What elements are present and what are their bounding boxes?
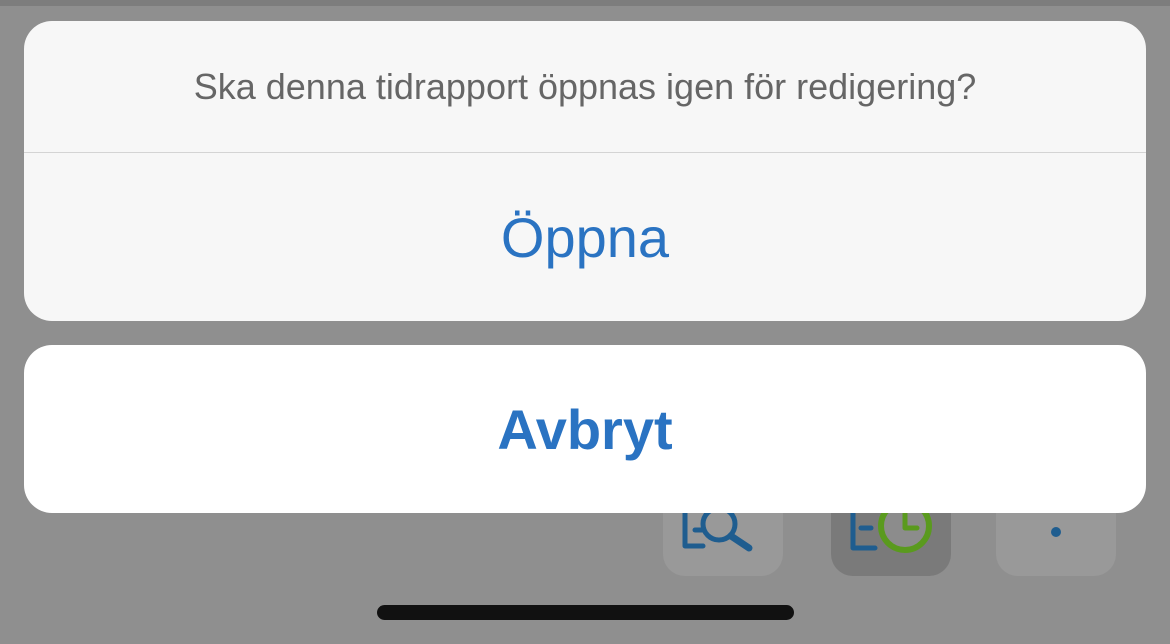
home-indicator[interactable]: [377, 605, 794, 620]
open-button[interactable]: Öppna: [24, 153, 1146, 321]
status-bar-edge: [0, 0, 1170, 6]
cancel-button[interactable]: Avbryt: [24, 345, 1146, 513]
action-sheet-message: Ska denna tidrapport öppnas igen för red…: [193, 65, 977, 107]
action-sheet: Ska denna tidrapport öppnas igen för red…: [24, 21, 1146, 321]
